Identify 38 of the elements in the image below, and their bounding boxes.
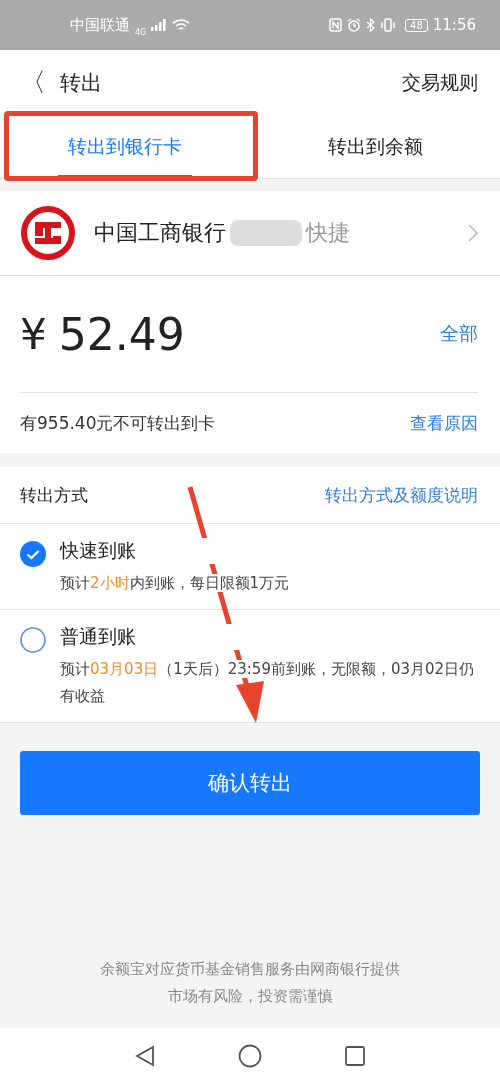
currency-symbol: ¥ (20, 309, 47, 359)
disclaimer-text: 市场有风险，投资需谨慎 (167, 986, 333, 1007)
battery-level: 48 (405, 18, 428, 32)
recents-nav-icon[interactable] (344, 1045, 366, 1067)
checked-radio-icon[interactable] (20, 541, 46, 567)
disclaimer-text: 余额宝对应货币基金销售服务由网商银行提供 (100, 959, 400, 980)
chevron-right-icon (468, 224, 478, 242)
bank-name: 中国工商银行 (94, 219, 226, 247)
nfc-icon (329, 18, 343, 32)
confirm-button[interactable]: 确认转出 (20, 751, 480, 815)
carrier-name: 中国联通 (70, 15, 130, 35)
method-info-link[interactable]: 转出方式及额度说明 (325, 483, 478, 507)
method-description: 预计03月03日（1天后）23:59前到账，无限额，03月02日仍有收益 (60, 659, 476, 707)
alarm-icon (347, 18, 362, 32)
card-type: 快捷 (306, 219, 351, 247)
back-nav-icon[interactable] (134, 1045, 156, 1067)
wifi-icon (172, 18, 191, 32)
withdraw-all-link[interactable]: 全部 (440, 321, 478, 347)
section-title: 转出方式 (20, 483, 88, 507)
vibrate-icon (380, 18, 397, 32)
page-title: 转出 (60, 69, 103, 97)
amount-field[interactable]: 52.49 (58, 308, 440, 360)
method-description: 预计2小时内到账，每日限额1万元 (60, 573, 290, 594)
radio-icon[interactable] (20, 627, 46, 653)
bluetooth-icon (366, 18, 376, 32)
notice-text: 有955.40元不可转出到卡 (20, 411, 216, 435)
signal-icon (151, 19, 168, 31)
rules-link[interactable]: 交易规则 (402, 69, 478, 96)
redacted-block (230, 220, 302, 246)
home-nav-icon[interactable] (238, 1044, 262, 1068)
tab[interactable]: 转出到余额 (250, 115, 500, 178)
reason-link[interactable]: 查看原因 (410, 411, 478, 435)
bank-logo-icon (20, 205, 76, 261)
tab[interactable]: 转出到银行卡 (0, 115, 250, 178)
bank-card-row[interactable]: 中国工商银行 快捷 (0, 191, 500, 276)
network-type: 4G (135, 27, 147, 37)
back-button[interactable]: 〈 (20, 65, 60, 100)
clock-time: 11:56 (432, 16, 476, 34)
